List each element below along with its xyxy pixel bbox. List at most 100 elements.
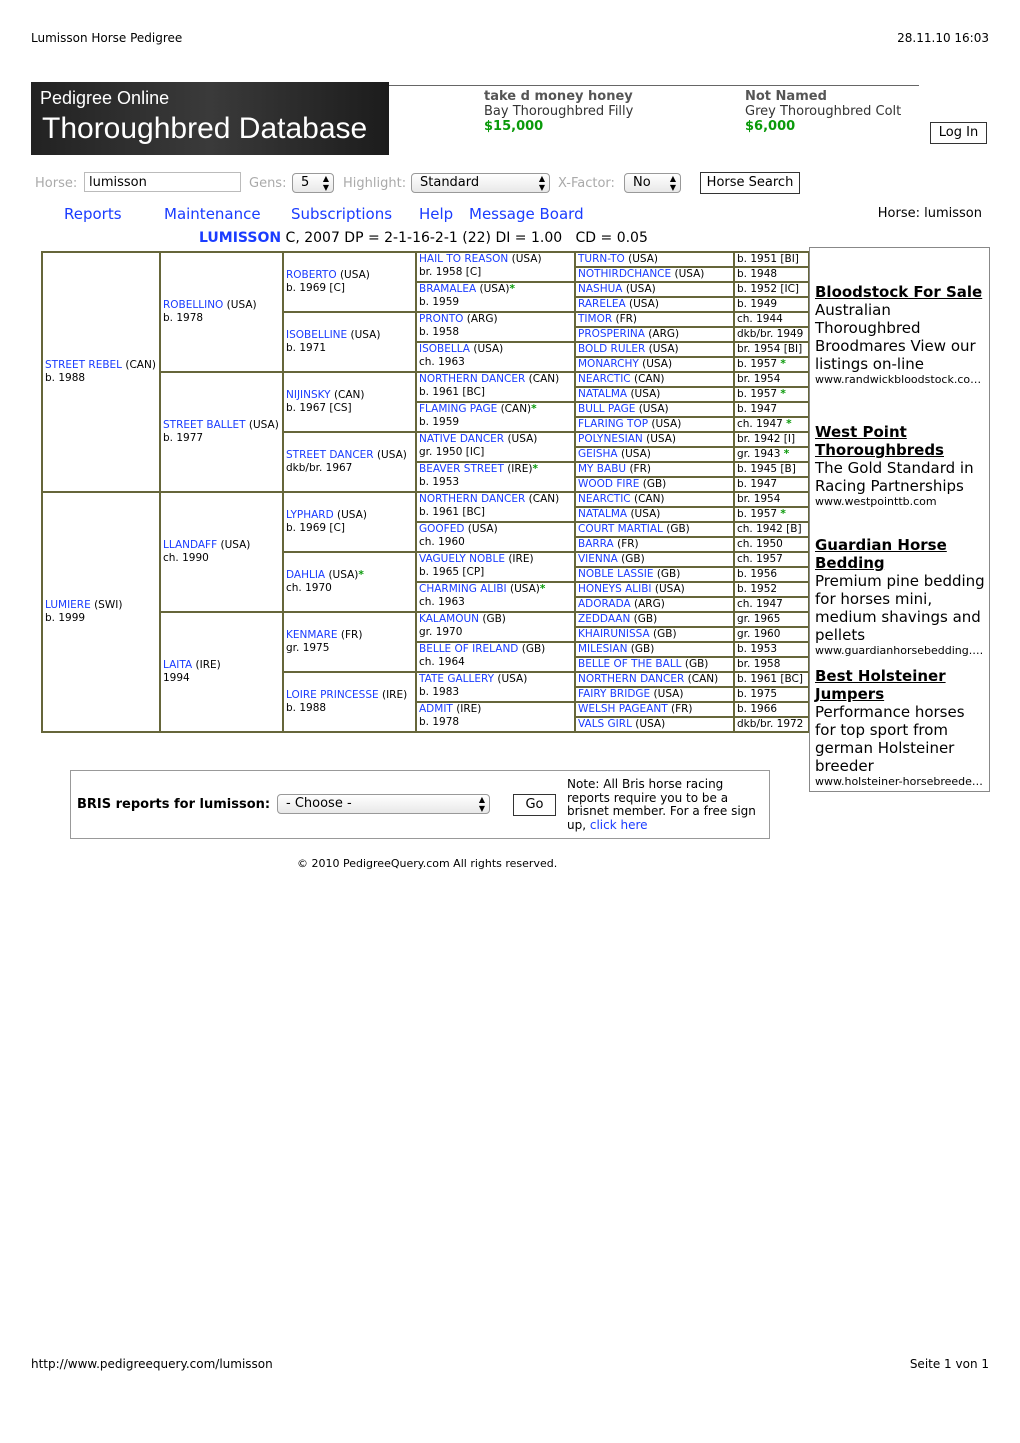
horse-input[interactable]: lumisson (84, 172, 241, 192)
horse-link[interactable]: NASHUA (578, 283, 622, 295)
horse-link[interactable]: HONEYS ALIBI (578, 583, 652, 595)
bris-go-button[interactable]: Go (513, 794, 556, 816)
horse-link[interactable]: NORTHERN DANCER (419, 373, 525, 385)
horse-link[interactable]: NORTHERN DANCER (578, 673, 684, 685)
horse-link[interactable]: TATE GALLERY (419, 673, 494, 685)
horse-link[interactable]: DAHLIA (286, 569, 325, 581)
horse-link[interactable]: TIMOR (578, 313, 612, 325)
horse-link[interactable]: CHARMING ALIBI (419, 583, 507, 595)
horse-link[interactable]: HAIL TO REASON (419, 253, 508, 265)
horse-name-link[interactable]: LUMISSON (199, 230, 281, 246)
horse-link[interactable]: NEARCTIC (578, 493, 631, 505)
ad-url[interactable]: www.guardianhorsebedding.com (815, 644, 985, 657)
horse-link[interactable]: KALAMOUN (419, 613, 479, 625)
gens-select[interactable]: 5 ▲ ▼ (292, 173, 334, 193)
ad-title-link[interactable]: Guardian Horse Bedding (815, 536, 985, 572)
nav-message-board[interactable]: Message Board (469, 205, 584, 223)
ad-title-link[interactable]: Best Holsteiner Jumpers (815, 667, 985, 703)
horse-link[interactable]: PROSPERINA (578, 328, 645, 340)
signup-link[interactable]: click here (590, 818, 648, 832)
highlight-select[interactable]: Standard ▲ ▼ (411, 173, 550, 193)
horse-link[interactable]: VAGUELY NOBLE (419, 553, 505, 565)
sidebar-ad[interactable]: Guardian Horse Bedding Premium pine beddi… (815, 536, 985, 657)
horse-link[interactable]: FLAMING PAGE (419, 403, 497, 415)
horse-link[interactable]: NATALMA (578, 508, 627, 520)
horse-link[interactable]: NOTHIRDCHANCE (578, 268, 671, 280)
horse-link[interactable]: ADORADA (578, 598, 631, 610)
horse-link[interactable]: LUMIERE (45, 599, 91, 611)
ad-title-link[interactable]: Bloodstock For Sale (815, 283, 985, 301)
ad-title[interactable]: take d money honey (484, 89, 633, 104)
horse-link[interactable]: TURN-TO (578, 253, 625, 265)
nav-help[interactable]: Help (419, 205, 453, 223)
horse-link[interactable]: WOOD FIRE (578, 478, 639, 490)
horse-link[interactable]: STREET REBEL (45, 359, 122, 371)
pedigree-cell: STREET DANCER (USA) dkb/br. 1967 (282, 431, 417, 493)
horse-link[interactable]: LYPHARD (286, 509, 334, 521)
horse-link[interactable]: NOBLE LASSIE (578, 568, 653, 580)
horse-link[interactable]: LAITA (163, 659, 192, 671)
horse-link[interactable]: FLARING TOP (578, 418, 648, 430)
pedigree-cell: TURN-TO (USA) (574, 251, 735, 268)
horse-info: b. 1948 (737, 268, 778, 280)
ad-title[interactable]: Not Named (745, 89, 901, 104)
horse-link[interactable]: FAIRY BRIDGE (578, 688, 650, 700)
horse-link[interactable]: STREET DANCER (286, 449, 374, 461)
horse-link[interactable]: ADMIT (419, 703, 453, 715)
nav-reports[interactable]: Reports (64, 205, 122, 223)
horse-link[interactable]: PRONTO (419, 313, 463, 325)
horse-link[interactable]: MONARCHY (578, 358, 639, 370)
horse-link[interactable]: VIENNA (578, 553, 618, 565)
horse-link[interactable]: STREET BALLET (163, 419, 246, 431)
horse-link[interactable]: BEAVER STREET (419, 463, 504, 475)
highlight-label: Highlight: (343, 176, 407, 191)
horse-link[interactable]: ROBERTO (286, 269, 337, 281)
horse-link[interactable]: GEISHA (578, 448, 618, 460)
horse-link[interactable]: KENMARE (286, 629, 338, 641)
horse-link[interactable]: NATIVE DANCER (419, 433, 504, 445)
horse-link[interactable]: NATALMA (578, 388, 627, 400)
horse-link[interactable]: BELLE OF THE BALL (578, 658, 682, 670)
nav-subscriptions[interactable]: Subscriptions (291, 205, 392, 223)
bris-report-select[interactable]: - Choose - ▲ ▼ (277, 794, 490, 814)
horse-link[interactable]: NORTHERN DANCER (419, 493, 525, 505)
horse-link[interactable]: KHAIRUNISSA (578, 628, 650, 640)
horse-link[interactable]: ZEDDAAN (578, 613, 630, 625)
ad-desc: Performance horses for top sport from ge… (815, 703, 965, 775)
horse-link[interactable]: RARELEA (578, 298, 626, 310)
horse-link[interactable]: MY BABU (578, 463, 626, 475)
sidebar-ad[interactable]: Bloodstock For Sale Australian Thoroughbr… (815, 283, 985, 386)
horse-link[interactable]: NEARCTIC (578, 373, 631, 385)
horse-link[interactable]: GOOFED (419, 523, 464, 535)
ad-title-link[interactable]: West Point Thoroughbreds (815, 423, 985, 459)
login-button[interactable]: Log In (930, 122, 987, 144)
horse-link[interactable]: POLYNESIAN (578, 433, 643, 445)
horse-link[interactable]: VALS GIRL (578, 718, 632, 730)
featured-ad-2[interactable]: Not Named Grey Thoroughbred Colt $6,000 (745, 89, 901, 134)
horse-link[interactable]: MILESIAN (578, 643, 627, 655)
horse-link[interactable]: BARRA (578, 538, 614, 550)
featured-ad-1[interactable]: take d money honey Bay Thoroughbred Fill… (484, 89, 633, 134)
ad-url[interactable]: www.randwickbloodstock.com.au (815, 373, 985, 386)
horse-link[interactable]: BELLE OF IRELAND (419, 643, 518, 655)
horse-link[interactable]: ISOBELLINE (286, 329, 347, 341)
nav-maintenance[interactable]: Maintenance (164, 205, 261, 223)
horse-link[interactable]: BULL PAGE (578, 403, 635, 415)
horse-link[interactable]: ISOBELLA (419, 343, 470, 355)
horse-link[interactable]: NIJINSKY (286, 389, 331, 401)
site-logo-banner[interactable]: Pedigree Online Thoroughbred Database (31, 82, 389, 155)
pedigree-cell: VAGUELY NOBLE (IRE) b. 1965 [CP] (415, 551, 576, 583)
ad-url[interactable]: www.holsteiner-horsebreeder.com (815, 775, 985, 788)
horse-link[interactable]: COURT MARTIAL (578, 523, 663, 535)
horse-link[interactable]: LOIRE PRINCESSE (286, 689, 379, 701)
xfactor-select[interactable]: No ▲ ▼ (624, 173, 681, 193)
horse-link[interactable]: ROBELLINO (163, 299, 223, 311)
sidebar-ad[interactable]: West Point Thoroughbreds The Gold Standar… (815, 423, 985, 508)
horse-link[interactable]: BOLD RULER (578, 343, 645, 355)
ad-url[interactable]: www.westpointtb.com (815, 495, 985, 508)
horse-link[interactable]: LLANDAFF (163, 539, 217, 551)
horse-link[interactable]: BRAMALEA (419, 283, 476, 295)
horse-link[interactable]: WELSH PAGEANT (578, 703, 668, 715)
horse-search-button[interactable]: Horse Search (700, 172, 800, 194)
sidebar-ad[interactable]: Best Holsteiner Jumpers Performance horse… (815, 667, 985, 788)
